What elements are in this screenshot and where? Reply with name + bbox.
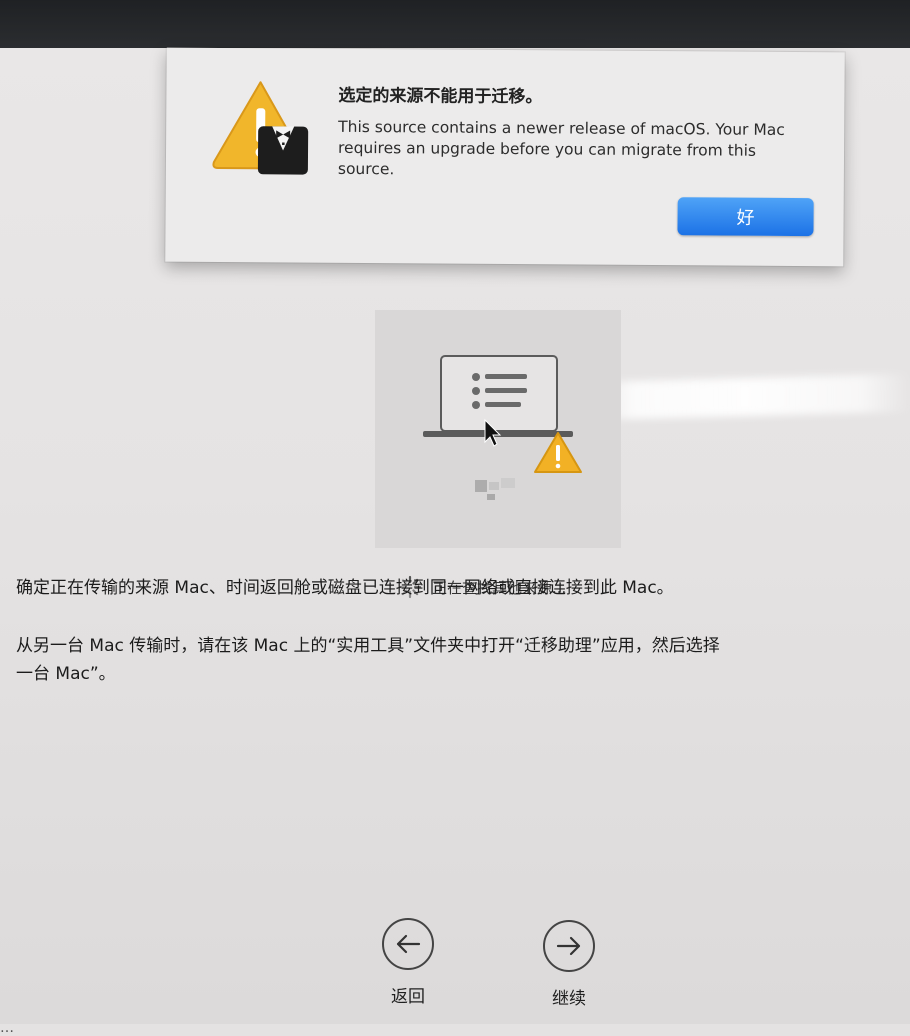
back-button[interactable]: 返回 [382,918,434,1007]
source-tile[interactable] [375,310,621,548]
alert-message: This source contains a newer release of … [337,117,785,179]
back-arrow-icon [396,934,421,954]
continue-circle[interactable] [543,920,595,972]
forward-arrow-icon [556,936,581,956]
instruction-line-1: 确定正在传输的来源 Mac、时间返回舱或磁盘已连接到同一网络或直接连接到此 Ma… [16,578,674,598]
back-label: 返回 [391,987,425,1007]
continue-button[interactable]: 继续 [543,920,595,1009]
ok-button[interactable]: 好 [677,197,814,237]
migration-assistant-warning-icon [212,81,309,175]
instruction-line-3: 一台 Mac”。 [16,664,116,684]
alert-dialog: 选定的来源不能用于迁移。 This source contains a newe… [165,47,845,267]
warning-icon [534,432,582,473]
alert-title: 选定的来源不能用于迁移。 [338,85,543,108]
continue-label: 继续 [552,989,586,1009]
edge-dots: … [0,1020,14,1036]
instruction-line-2: 从另一台 Mac 传输时，请在该 Mac 上的“实用工具”文件夹中打开“迁移助理… [16,636,720,656]
back-circle[interactable] [382,918,434,970]
screen-glare [584,373,910,421]
screen-bezel [0,0,910,52]
laptop-icon [423,355,573,500]
